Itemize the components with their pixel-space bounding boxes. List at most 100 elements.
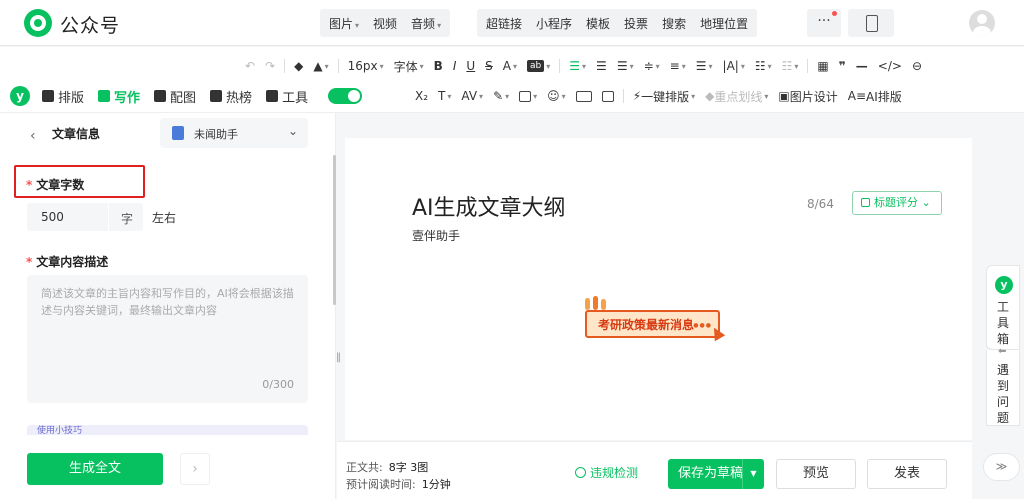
- clear-format-icon[interactable]: ▲ ▾: [308, 55, 333, 77]
- article-editor[interactable]: AI生成文章大纲 8/64 标题评分 ⌄ 壹伴助手 考研政策最新消息 ●●●: [345, 138, 972, 440]
- word-count-unit: 字: [120, 212, 133, 226]
- collapse-icon[interactable]: ≫: [983, 453, 1020, 481]
- content-insert-group: 超链接 小程序 模板 投票 搜索 地理位置: [477, 9, 758, 37]
- quote-icon[interactable]: ❞: [834, 55, 851, 77]
- title-score-button[interactable]: 标题评分 ⌄: [852, 191, 942, 215]
- flame-decoration: [601, 299, 606, 310]
- ai-layout-button[interactable]: A≡ AI排版: [843, 85, 907, 107]
- title-char-count: 8/64: [807, 197, 834, 211]
- horizontal-rule-icon[interactable]: —: [851, 55, 873, 77]
- text-transform-icon[interactable]: T ▾: [433, 85, 456, 107]
- description-textarea[interactable]: 简述该文章的主旨内容和写作目的，AI将会根据该描述与内容关键词，最终输出文章内容…: [27, 275, 308, 403]
- panel-title: 文章信息: [52, 127, 101, 141]
- align-center-icon[interactable]: ☰ ▾: [564, 55, 591, 77]
- banner-dots: ●●●: [693, 322, 712, 329]
- news-banner-image[interactable]: 考研政策最新消息 ●●●: [585, 296, 726, 342]
- bullet-list-icon[interactable]: ☷ ▾: [750, 55, 777, 77]
- book-icon: [210, 90, 223, 102]
- insert-video-button[interactable]: 视频: [366, 15, 404, 32]
- format-row: ↶ ↷ ◆ ▲ ▾ 16px ▾ 字体 ▾ B I U S A ▾ ab ▾ ☰ ▾ ☰ ☰…: [240, 55, 927, 77]
- article-title[interactable]: AI生成文章大纲: [412, 190, 566, 222]
- tab-layout[interactable]: 排版: [42, 87, 84, 106]
- emoji-icon[interactable]: ☺ ▾: [542, 85, 571, 107]
- tab-trending[interactable]: 热榜: [210, 87, 252, 106]
- banner-text: 考研政策最新消息: [598, 318, 695, 332]
- redo-icon[interactable]: ↷: [260, 55, 280, 77]
- violation-check-button[interactable]: 违规检测: [575, 464, 638, 481]
- font-size-select[interactable]: 16px ▾: [343, 55, 389, 77]
- writing-assistant-panel: ‹ 文章信息 未闻助手 ⌄ * 文章字数 500 字 左右 * 文章内容描述 简述该…: [0, 113, 336, 499]
- flame-decoration: [585, 298, 590, 310]
- line-height-icon[interactable]: ≡ ▾: [665, 55, 691, 77]
- location-button[interactable]: 地理位置: [693, 15, 755, 32]
- image-icon: [154, 90, 167, 102]
- user-avatar[interactable]: [969, 10, 995, 36]
- highlight-line-button[interactable]: ◆ 重点划线 ▾: [700, 85, 773, 107]
- undo-icon[interactable]: ↶: [240, 55, 260, 77]
- top-header: 公众号 图片 ▾ 视频 音频 ▾ 超链接 小程序 模板 投票 搜索 地理位置 ···: [0, 0, 1024, 46]
- background-color-button[interactable]: ab ▾: [522, 55, 555, 77]
- font-color-button[interactable]: A ▾: [498, 55, 522, 77]
- save-dropdown-icon[interactable]: ▼: [742, 459, 764, 489]
- paragraph-spacing-icon[interactable]: ≑ ▾: [639, 55, 665, 77]
- strikethrough-button[interactable]: S: [480, 55, 498, 77]
- description-counter: 0/300: [262, 378, 294, 391]
- tab-tools[interactable]: 工具: [266, 87, 308, 106]
- fullscreen-icon[interactable]: ⊖: [907, 55, 927, 77]
- insert-audio-button[interactable]: 音频 ▾: [404, 15, 448, 32]
- code-icon[interactable]: </>: [873, 55, 907, 77]
- phone-preview-icon[interactable]: [848, 9, 894, 37]
- mini-program-button[interactable]: 小程序: [529, 15, 579, 32]
- format-brush-icon[interactable]: ◆: [289, 55, 308, 77]
- italic-button[interactable]: I: [448, 55, 462, 77]
- image-design-button[interactable]: ▣ 图片设计: [773, 85, 842, 107]
- table-icon[interactable]: ▦: [812, 55, 833, 77]
- tab-images[interactable]: 配图: [154, 87, 196, 106]
- save-draft-button[interactable]: 保存为草稿 ▼: [668, 459, 764, 489]
- next-chevron-icon[interactable]: ›: [180, 453, 210, 485]
- letter-spacing-select[interactable]: AV ▾: [456, 85, 488, 107]
- resize-handle[interactable]: ‖: [336, 352, 341, 363]
- html-icon[interactable]: [571, 85, 597, 107]
- bold-button[interactable]: B: [429, 55, 448, 77]
- body-stats: 正文共: 8字 3图: [346, 461, 429, 474]
- article-author[interactable]: 壹伴助手: [412, 227, 460, 244]
- tips-banner[interactable]: 使用小技巧: [27, 425, 308, 435]
- publish-button[interactable]: 发表: [867, 459, 947, 489]
- toolbox-icon[interactable]: [597, 85, 619, 107]
- assistant-icon: [172, 126, 184, 140]
- list-spacing-icon[interactable]: ☰ ▾: [691, 55, 718, 77]
- generate-full-text-button[interactable]: 生成全文: [27, 453, 163, 485]
- chart-icon[interactable]: ▾: [514, 85, 542, 107]
- search-button[interactable]: 搜索: [655, 15, 693, 32]
- magic-wand-icon[interactable]: ✎ ▾: [488, 85, 514, 107]
- outdent-icon[interactable]: ☰ ▾: [612, 55, 639, 77]
- indent-icon[interactable]: ☰: [591, 55, 612, 77]
- template-button[interactable]: 模板: [579, 15, 617, 32]
- numbered-list-icon[interactable]: ☷ ▾: [777, 55, 804, 77]
- bottom-action-bar: 正文共: 8字 3图 预计阅读时间: 1分钟 违规检测 保存为草稿 ▼ 预览 发表: [337, 441, 972, 499]
- ai-writing-icon: [98, 90, 111, 102]
- vote-button[interactable]: 投票: [617, 15, 655, 32]
- insert-image-button[interactable]: 图片 ▾: [322, 15, 366, 32]
- back-chevron-icon[interactable]: ‹: [30, 128, 36, 144]
- assistant-toggle[interactable]: [328, 88, 363, 104]
- font-family-select[interactable]: 字体 ▾: [389, 55, 429, 77]
- wechat-logo-icon: [24, 9, 52, 37]
- word-count-input[interactable]: 500 字: [27, 203, 143, 231]
- chevron-down-icon: ⌄: [287, 124, 298, 138]
- one-click-layout-button[interactable]: ⚡ 一键排版 ▾: [628, 85, 700, 107]
- text-indent-icon[interactable]: |A| ▾: [718, 55, 750, 77]
- panel-scrollbar[interactable]: [333, 155, 336, 305]
- subscript-button[interactable]: X₂: [410, 85, 433, 107]
- assistant-select[interactable]: 未闻助手 ⌄: [160, 118, 308, 148]
- side-help[interactable]: ⬅ 遇到问题: [986, 346, 1020, 426]
- tab-writing[interactable]: 写作: [98, 87, 140, 106]
- brand-title: 公众号: [60, 15, 121, 37]
- underline-button[interactable]: U: [461, 55, 480, 77]
- divider: [622, 89, 624, 103]
- preview-button[interactable]: 预览: [776, 459, 856, 489]
- side-toolbox[interactable]: y 工具箱: [986, 265, 1020, 350]
- shield-icon: [575, 467, 586, 478]
- hyperlink-button[interactable]: 超链接: [479, 15, 529, 32]
